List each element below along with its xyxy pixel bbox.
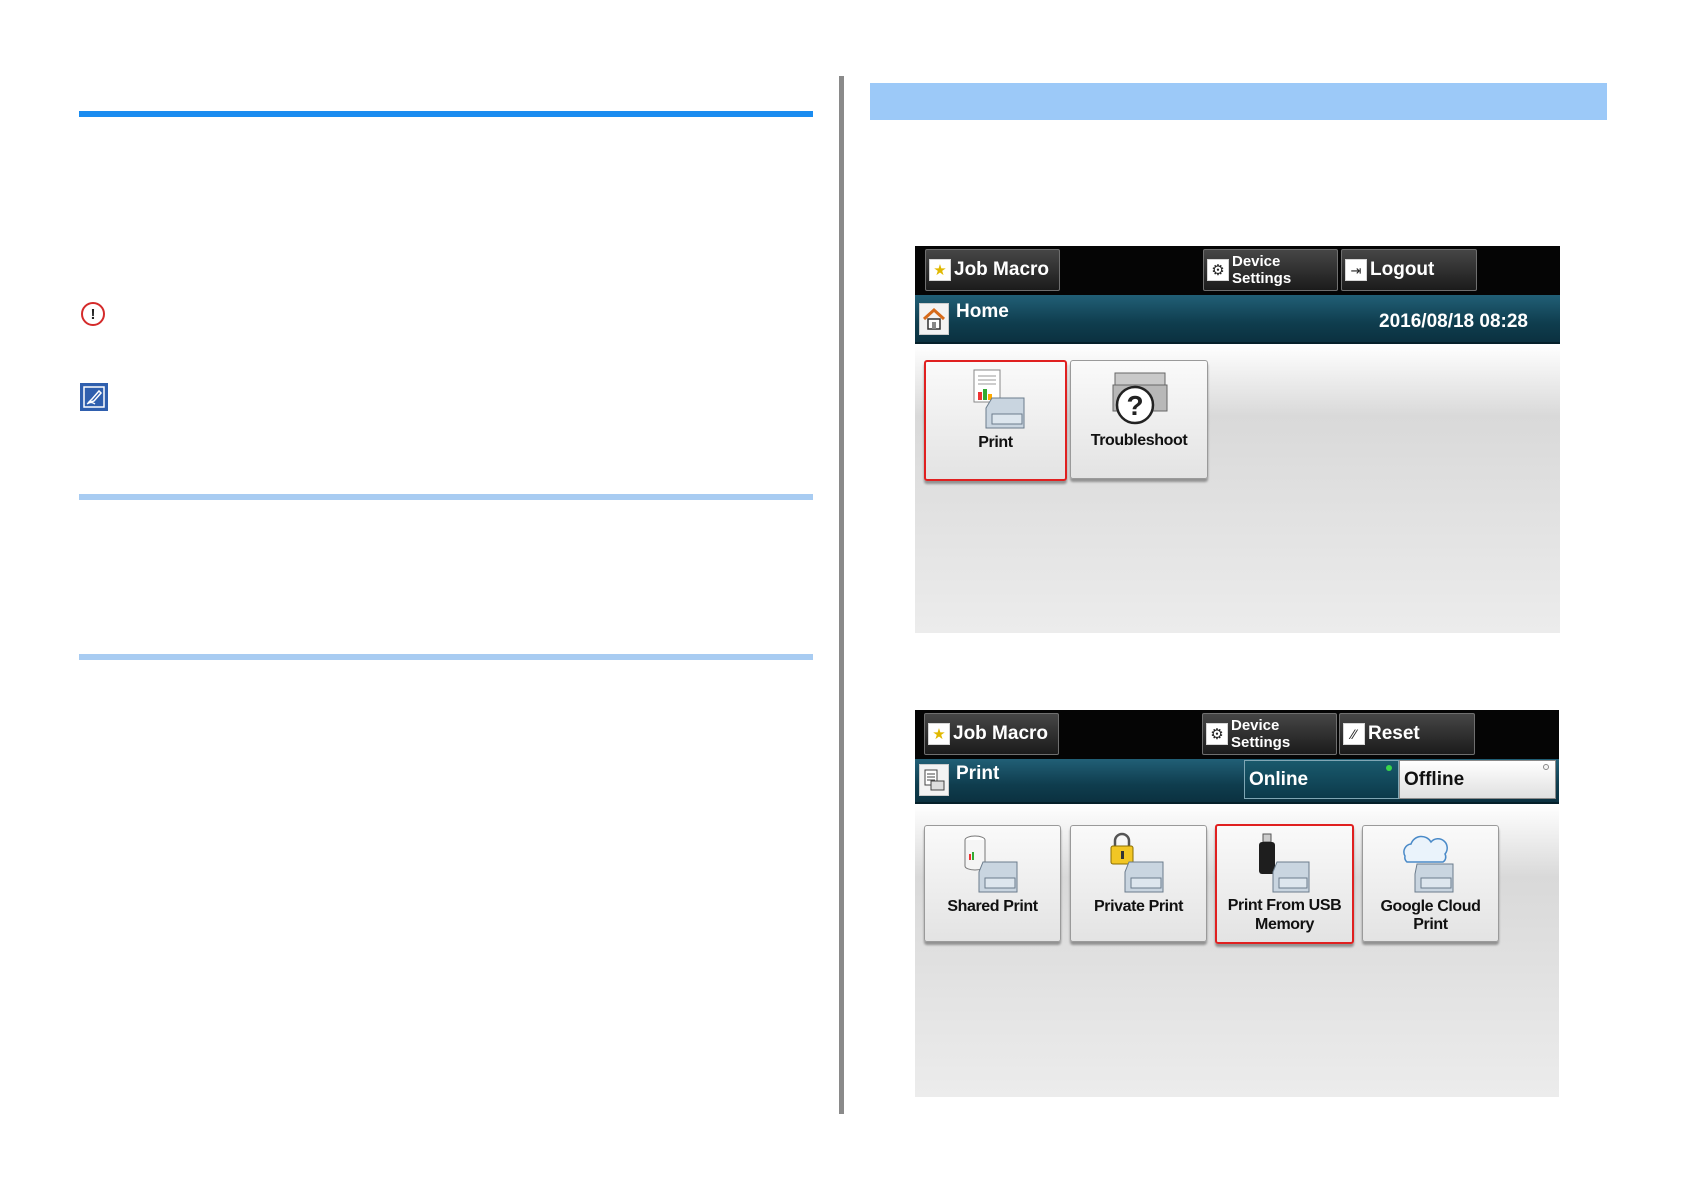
top-toolbar: ★ Job Macro ⚙ Device Settings ⁄⁄ Reset [915, 710, 1559, 759]
device-settings-label-line1: Device [1231, 717, 1280, 734]
print-menu-icon [919, 764, 949, 796]
screen-title: Print [956, 763, 1000, 784]
print-header: Print Online Offline [915, 759, 1559, 804]
job-macro-button[interactable]: ★ Job Macro [925, 249, 1060, 291]
top-toolbar: ★ Job Macro ⚙ Device Settings ⇥ Logout [915, 246, 1560, 295]
lock-icon [1110, 832, 1164, 893]
star-icon: ★ [929, 259, 951, 281]
job-macro-label: Job Macro [954, 259, 1050, 280]
logout-button[interactable]: ⇥ Logout [1341, 249, 1477, 291]
home-screen-screenshot: ★ Job Macro ⚙ Device Settings ⇥ Logout H… [915, 246, 1560, 633]
device-settings-button[interactable]: ⚙ Device Settings [1203, 249, 1338, 291]
offline-button[interactable]: Offline [1399, 760, 1556, 799]
print-label: Print [978, 434, 1013, 451]
troubleshoot-label: Troubleshoot [1090, 432, 1188, 449]
column-divider [839, 76, 844, 1114]
private-print-tile[interactable]: Private Print [1070, 825, 1207, 942]
troubleshoot-tile[interactable]: ? Troubleshoot [1070, 360, 1208, 479]
home-icon [919, 303, 949, 335]
online-button[interactable]: Online [1244, 760, 1399, 799]
help-icon: ? [1112, 372, 1168, 425]
device-settings-label-line1: Device [1232, 253, 1281, 270]
print-screen-screenshot: ★ Job Macro ⚙ Device Settings ⁄⁄ Reset P… [915, 710, 1559, 1097]
print-from-usb-label-line2: Memory [1255, 916, 1314, 933]
screen-title: Home [956, 301, 1009, 322]
section-rule [79, 494, 813, 500]
date-time: 2016/08/18 08:28 [1379, 311, 1528, 332]
gear-icon: ⚙ [1207, 259, 1229, 281]
heading-rule [79, 111, 813, 117]
gear-icon: ⚙ [1206, 723, 1228, 745]
device-settings-label-line2: Settings [1232, 270, 1292, 287]
database-icon [964, 835, 1018, 893]
shared-print-label: Shared Print [947, 898, 1038, 915]
usb-icon [1259, 833, 1310, 893]
offline-label: Offline [1404, 768, 1465, 790]
svg-text:?: ? [1126, 390, 1143, 421]
logout-label: Logout [1370, 259, 1435, 280]
job-macro-label: Job Macro [953, 723, 1049, 744]
job-macro-button[interactable]: ★ Job Macro [924, 713, 1059, 755]
step-heading-bar [870, 83, 1607, 120]
google-cloud-print-tile[interactable]: Google Cloud Print [1362, 825, 1499, 942]
printer-icon [973, 369, 1025, 429]
print-tile[interactable]: Print [924, 360, 1067, 481]
star-icon: ★ [928, 723, 950, 745]
device-settings-label-line2: Settings [1231, 734, 1291, 751]
reset-icon: ⁄⁄ [1343, 723, 1365, 745]
shared-print-tile[interactable]: Shared Print [924, 825, 1061, 942]
reset-label: Reset [1368, 723, 1420, 744]
caution-icon: ! [81, 302, 105, 326]
cloud-icon [1403, 835, 1454, 893]
home-header: Home 2016/08/18 08:28 [915, 295, 1560, 344]
print-from-usb-memory-tile[interactable]: Print From USB Memory [1215, 824, 1354, 944]
memo-icon [80, 383, 108, 411]
reset-button[interactable]: ⁄⁄ Reset [1339, 713, 1475, 755]
private-print-label: Private Print [1093, 898, 1184, 915]
online-label: Online [1249, 768, 1309, 790]
online-indicator [1386, 765, 1392, 771]
google-cloud-print-label: Google Cloud Print [1380, 898, 1481, 933]
device-settings-button[interactable]: ⚙ Device Settings [1202, 713, 1337, 755]
print-from-usb-label-line1: Print From USB [1227, 897, 1342, 914]
offline-indicator [1543, 764, 1549, 770]
logout-icon: ⇥ [1345, 259, 1367, 281]
section-rule [79, 654, 813, 660]
